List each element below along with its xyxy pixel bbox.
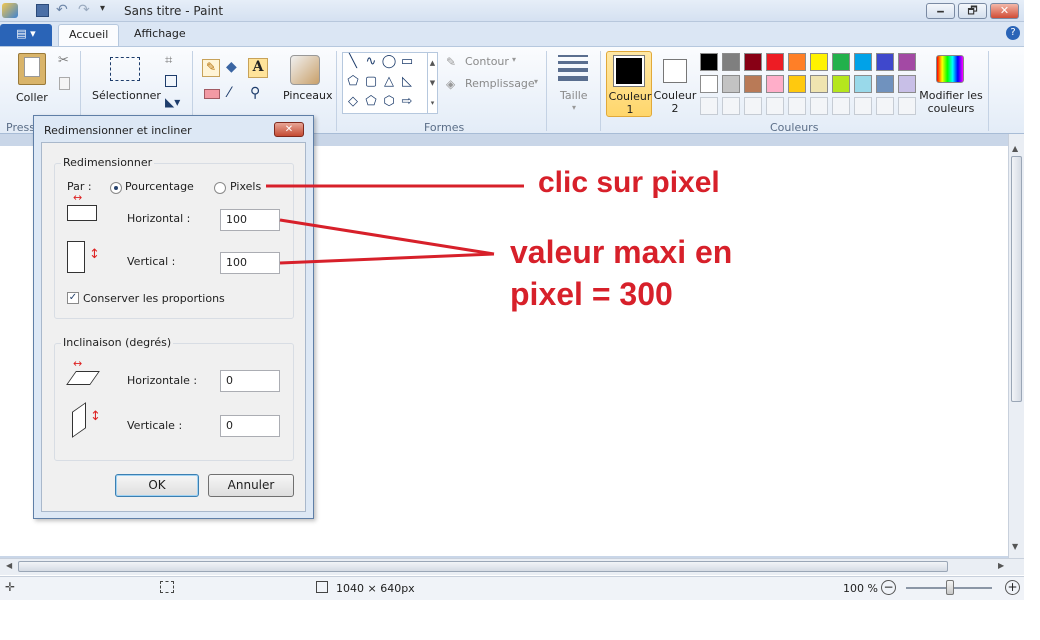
annotation-click-pixel: clic sur pixel <box>538 166 720 199</box>
annotation-max-value-line2: pixel = 300 <box>510 276 673 312</box>
vertical-pointer-line <box>279 252 495 265</box>
annotation-max-value-line1: valeur maxi en <box>510 234 733 270</box>
annotation-arrows <box>266 184 524 265</box>
horizontal-pointer-line <box>279 218 495 256</box>
